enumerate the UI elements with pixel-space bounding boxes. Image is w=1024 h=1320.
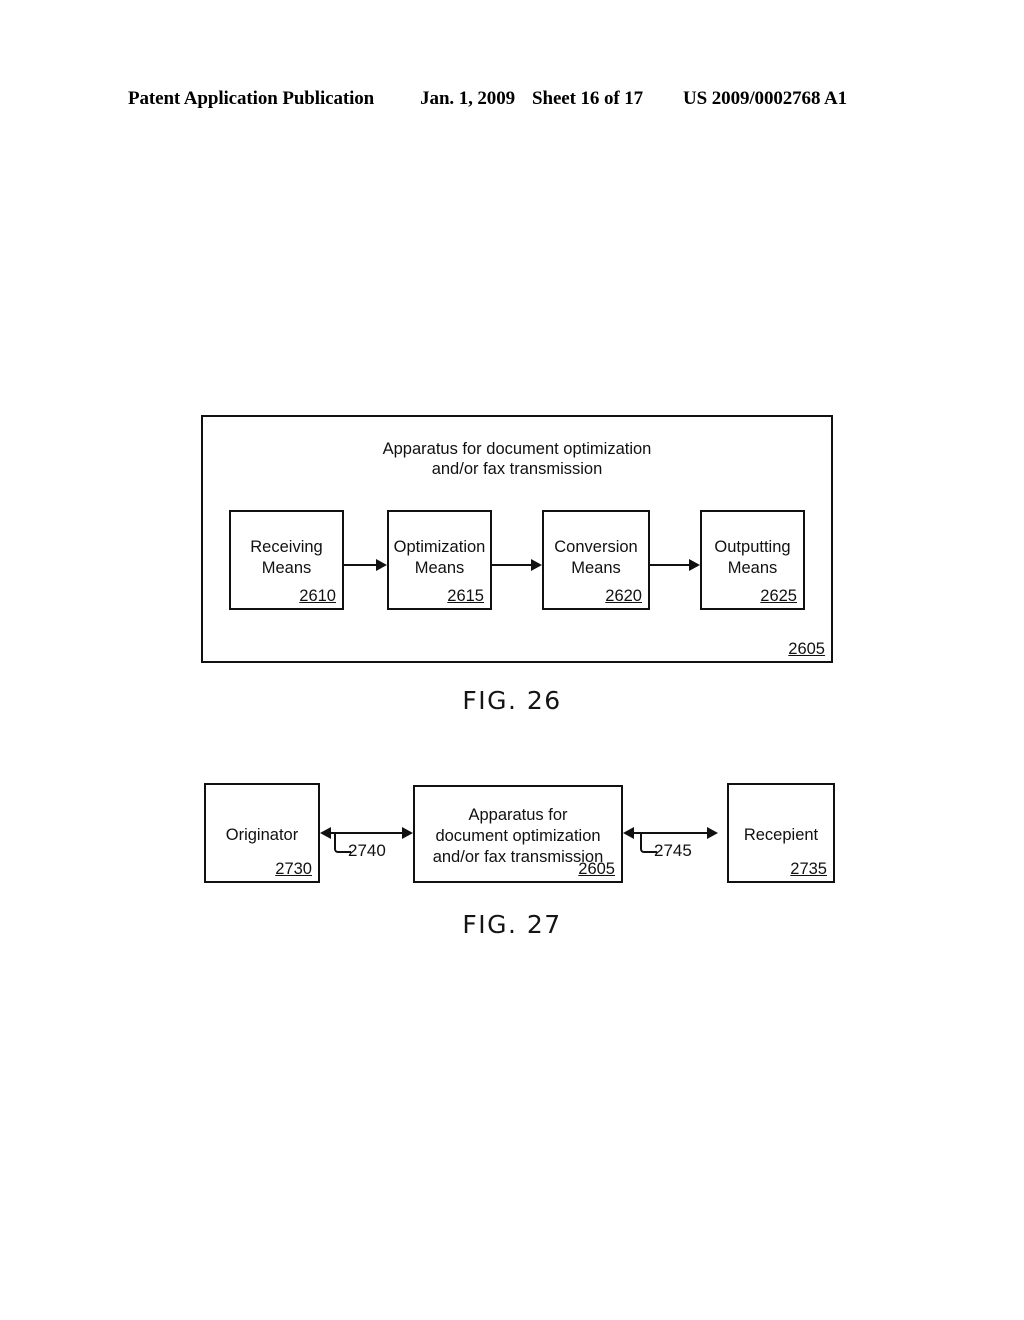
fig27-block-recepient-reference: 2735 <box>790 860 827 878</box>
fig27-block-originator-line1: Originator <box>225 826 299 844</box>
figure-27: Originator 2730 Apparatus for document o… <box>0 0 1024 960</box>
fig27-block-apparatus-line1: Apparatus for <box>468 806 568 824</box>
fig27-connector-2740-label: 2740 <box>348 841 386 860</box>
fig27-block-apparatus-line2: document optimization <box>435 827 601 845</box>
patent-drawing-page: { "header": { "publication": "Patent App… <box>0 0 1024 1320</box>
arrow-right-icon <box>402 826 413 839</box>
fig27-block-recepient-line1: Recepient <box>743 826 819 844</box>
arrow-left-icon <box>320 826 331 839</box>
fig27-block-apparatus-text: Apparatus for document optimization and/… <box>415 805 621 868</box>
figure-27-caption: FIG. 27 <box>462 910 562 939</box>
fig27-block-recepient: Recepient 2735 <box>727 783 835 883</box>
arrow-left-icon <box>623 826 634 839</box>
fig27-block-originator: Originator 2730 <box>204 783 320 883</box>
fig27-block-originator-text: Originator <box>206 825 318 846</box>
fig27-block-originator-reference: 2730 <box>275 860 312 878</box>
arrow-right-icon <box>707 826 718 839</box>
fig27-block-apparatus-reference: 2605 <box>578 860 615 878</box>
fig27-block-recepient-text: Recepient <box>729 825 833 846</box>
fig27-block-apparatus: Apparatus for document optimization and/… <box>413 785 623 883</box>
fig27-connector-2745-label: 2745 <box>654 841 692 860</box>
